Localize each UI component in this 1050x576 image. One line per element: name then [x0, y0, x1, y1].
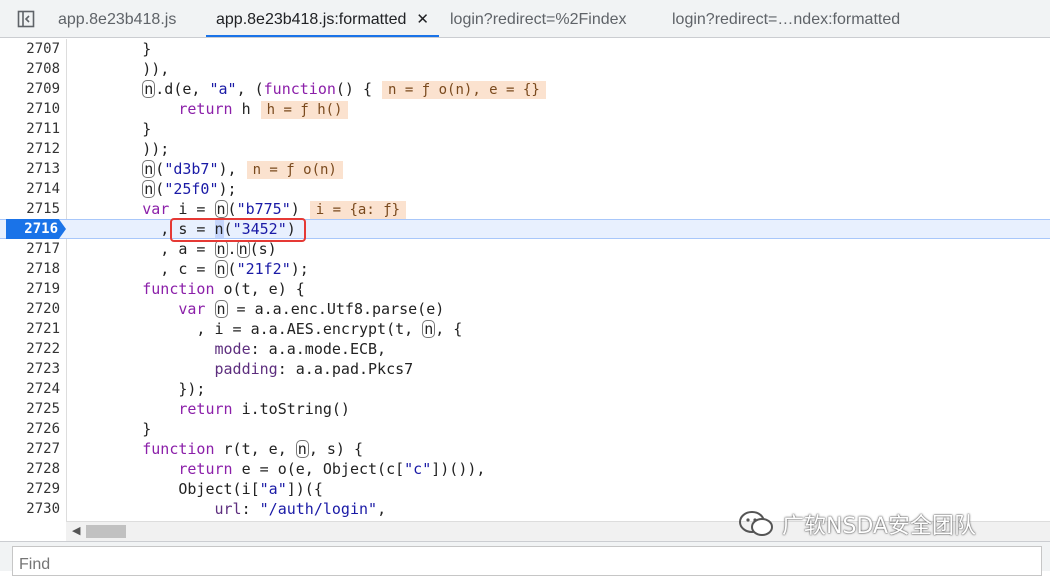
code-line: 2711 }	[0, 119, 1050, 139]
code-line: 2717 , a = n. n (s)	[0, 239, 1050, 259]
inline-value-hint: n = ƒ o(n), e = {}	[382, 81, 546, 99]
line-number[interactable]: 2729	[0, 479, 60, 499]
line-number[interactable]: 2718	[0, 259, 60, 279]
line-number[interactable]: 2731	[0, 519, 60, 521]
code-line: 2728 return e = o(e, Object(c["c"])()),	[0, 459, 1050, 479]
line-number[interactable]: 2711	[0, 119, 60, 139]
breakpoint-marker[interactable]: 2716	[6, 219, 66, 239]
code-editor[interactable]: 2707 } 2708 )), 2709 n .d(e, "a", (functi…	[0, 39, 1050, 521]
line-number[interactable]: 2707	[0, 39, 60, 59]
tab-label: app.8e23b418.js	[58, 11, 177, 28]
inline-value-hint: i = {a: ƒ}	[309, 201, 407, 219]
code-line: 2721 , i = a.a.AES.encrypt(t, n, {	[0, 319, 1050, 339]
tab-app-js[interactable]: app.8e23b418.js	[58, 0, 176, 37]
line-number[interactable]: 2728	[0, 459, 60, 479]
close-icon[interactable]: ✕	[416, 0, 429, 39]
inline-value-hint: h = ƒ h()	[260, 101, 349, 119]
code-line: 2727 function r(t, e, n, s) {	[0, 439, 1050, 459]
code-line: 2713 n ("d3b7"), n = ƒ o(n)	[0, 159, 1050, 179]
code-line: 2729 Object(i["a"])({	[0, 479, 1050, 499]
code-line: 2709 n .d(e, "a", (function() {n = ƒ o(n)…	[0, 79, 1050, 99]
code-line: 2718 , c = n ("21f2");	[0, 259, 1050, 279]
tab-login[interactable]: login?redirect=%2Findex	[450, 0, 627, 37]
code-line: 2712 ));	[0, 139, 1050, 159]
tab-label: app.8e23b418.js:formatted	[216, 11, 407, 28]
line-number[interactable]: 2723	[0, 359, 60, 379]
line-number[interactable]: 2727	[0, 439, 60, 459]
line-number[interactable]: 2708	[0, 59, 60, 79]
tab-label: login?redirect=…ndex:formatted	[672, 11, 901, 28]
line-number[interactable]: 2709	[0, 79, 60, 99]
current-execution-line: 2716 , s = n("3452")	[0, 219, 1050, 239]
code-line: 2722 mode: a.a.mode.ECB,	[0, 339, 1050, 359]
code-line: 2723 padding: a.a.pad.Pkcs7	[0, 359, 1050, 379]
highlight-annotation-box	[170, 218, 306, 242]
code-line: 2707 }	[0, 39, 1050, 59]
find-bar	[0, 541, 1050, 576]
line-number[interactable]: 2714	[0, 179, 60, 199]
code-line: 2710 return hh = ƒ h()	[0, 99, 1050, 119]
code-line: 2715 var i = n ("b775") i = {a: ƒ}	[0, 199, 1050, 219]
tab-login-formatted[interactable]: login?redirect=…ndex:formatted	[672, 0, 900, 37]
watermark: 广软NSDA安全团队	[738, 508, 976, 540]
scroll-left-icon[interactable]: ◀	[72, 524, 80, 537]
tab-app-js-formatted[interactable]: app.8e23b418.js:formatted ✕	[206, 0, 439, 37]
code-line: 2724 });	[0, 379, 1050, 399]
tab-bar: app.8e23b418.js app.8e23b418.js:formatte…	[0, 0, 1050, 38]
watermark-text: 广软NSDA安全团队	[782, 514, 977, 539]
line-number[interactable]: 2715	[0, 199, 60, 219]
find-input[interactable]	[12, 546, 1042, 576]
line-number[interactable]: 2713	[0, 159, 60, 179]
line-number[interactable]: 2725	[0, 399, 60, 419]
code-line: 2714 n ("25f0");	[0, 179, 1050, 199]
code-line: 2720 var n = a.a.enc.Utf8.parse(e)	[0, 299, 1050, 319]
code-line: 2708 )),	[0, 59, 1050, 79]
line-number[interactable]: 2712	[0, 139, 60, 159]
line-number[interactable]: 2710	[0, 99, 60, 119]
line-number[interactable]: 2726	[0, 419, 60, 439]
code-line: 2719 function o(t, e) {	[0, 279, 1050, 299]
code-line: 2726 }	[0, 419, 1050, 439]
line-number[interactable]: 2722	[0, 339, 60, 359]
line-number[interactable]: 2720	[0, 299, 60, 319]
line-number[interactable]: 2721	[0, 319, 60, 339]
code-line: 2725 return i.toString()	[0, 399, 1050, 419]
toggle-navigator-icon[interactable]	[16, 9, 36, 29]
line-number[interactable]: 2717	[0, 239, 60, 259]
inline-value-hint: n = ƒ o(n)	[246, 161, 343, 179]
tab-label: login?redirect=%2Findex	[450, 11, 627, 28]
line-number[interactable]: 2719	[0, 279, 60, 299]
scrollbar-thumb[interactable]	[86, 525, 126, 538]
wechat-icon	[739, 511, 773, 536]
line-number[interactable]: 2730	[0, 499, 60, 519]
line-number[interactable]: 2724	[0, 379, 60, 399]
